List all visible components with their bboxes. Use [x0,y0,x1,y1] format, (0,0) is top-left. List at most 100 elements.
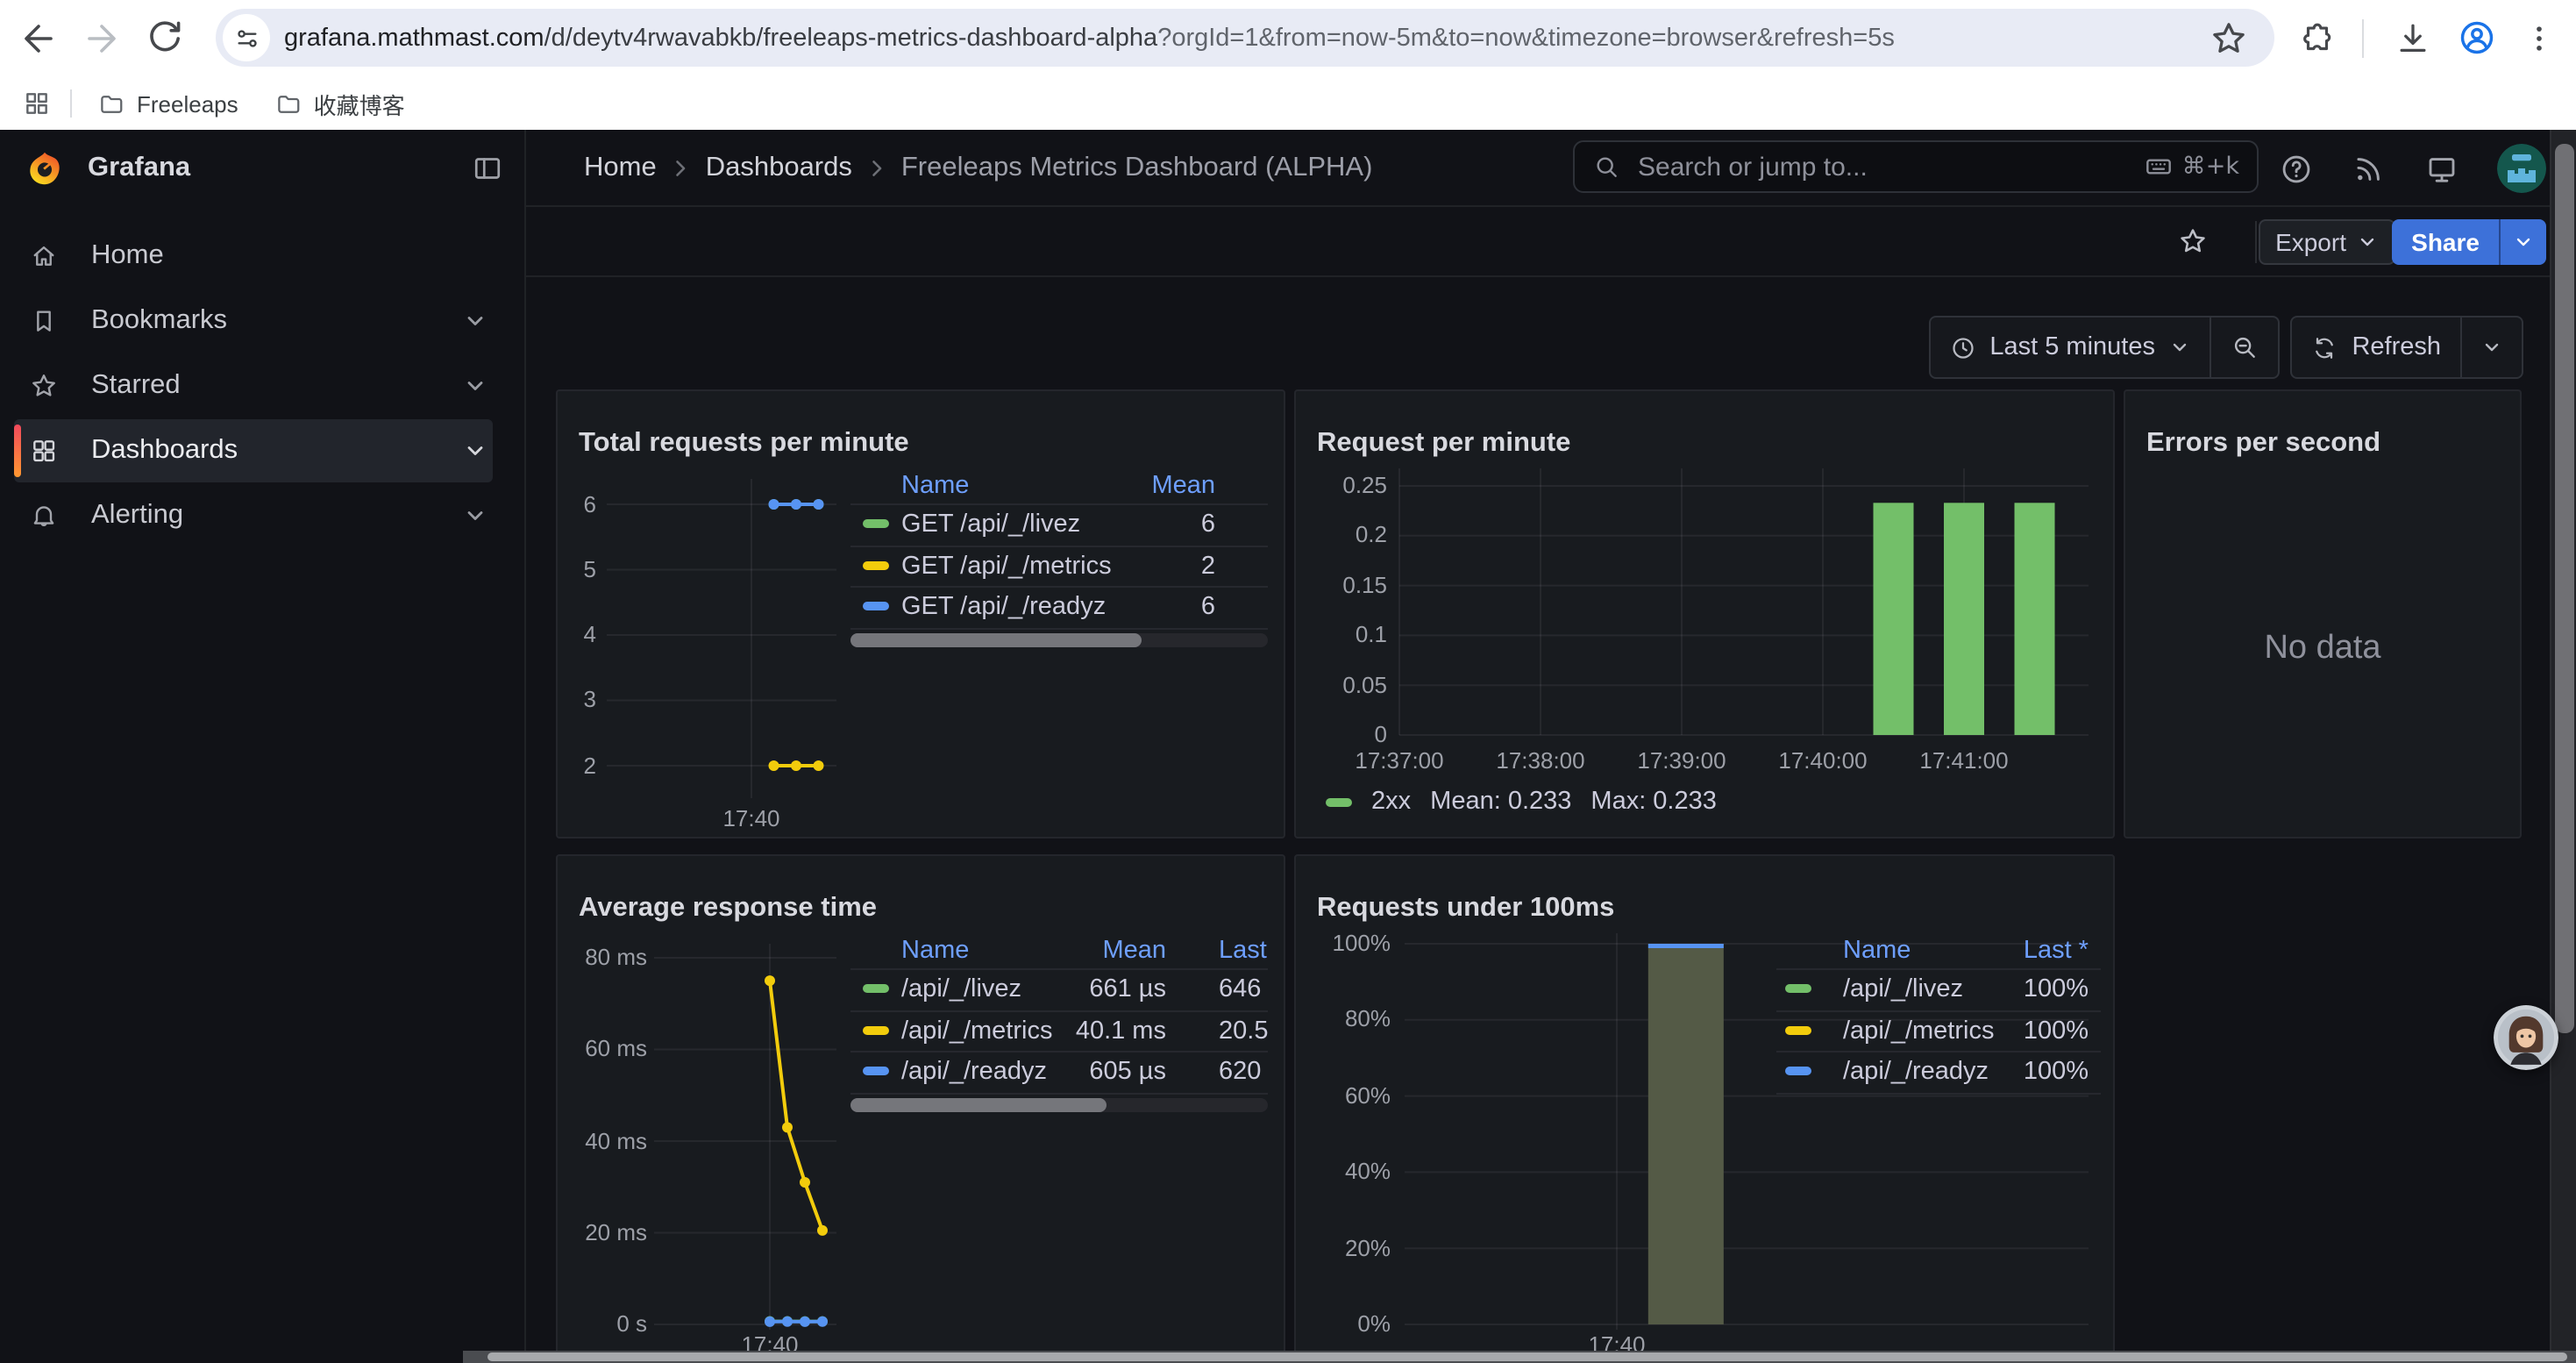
sidebar-item-home[interactable]: Home [14,225,493,288]
sidebar-item-label: Bookmarks [91,305,227,337]
bookmark-star-icon[interactable] [2210,19,2248,58]
profile-icon[interactable] [2457,18,2497,58]
chevron-right-icon [865,155,889,180]
table-separator [1776,1092,2101,1094]
grafana-logo-icon[interactable] [26,149,63,188]
column-header-name[interactable]: Name [901,937,969,965]
legend-table: NameMeanGET /api/_/livez6GET /api/_/metr… [850,472,1268,654]
legend-row[interactable]: /api/_/readyz605 µs620 [850,1051,1268,1091]
sidebar-item-bookmarks[interactable]: Bookmarks [14,289,493,353]
time-range-group: Last 5 minutes [1928,316,2280,379]
brand-title: Grafana [88,153,190,184]
legend-row[interactable]: /api/_/livez100% [1776,968,2101,1009]
legend-max: Max: 0.233 [1590,788,1717,816]
downloads-icon[interactable] [2394,19,2432,58]
news-rss-icon[interactable] [2352,153,2385,186]
sidebar-item-alerting[interactable]: Alerting [14,484,493,547]
refresh-button[interactable]: Refresh [2292,318,2460,377]
chevron-down-icon[interactable] [463,503,487,528]
breadcrumb-dashboards[interactable]: Dashboards [706,152,852,183]
chevron-down-icon[interactable] [463,309,487,333]
series-value: 661 µs [1089,975,1166,1003]
table-scrollbar[interactable] [850,1098,1268,1112]
dashboards-grid-icon [30,437,58,465]
forward-icon[interactable] [81,18,123,60]
user-avatar[interactable] [2497,144,2546,193]
refresh-interval-caret[interactable] [2460,318,2522,377]
legend-row[interactable]: /api/_/metrics40.1 ms20.5 r [850,1010,1268,1050]
vertical-scrollbar[interactable] [2550,130,2576,1363]
share-caret-button[interactable] [2499,219,2546,265]
bookmarks-separator [70,89,72,118]
menu-kebab-icon[interactable] [2522,21,2557,56]
panel-title[interactable]: Errors per second [2146,428,2380,460]
share-button[interactable]: Share [2392,219,2499,265]
panel-title[interactable]: Request per minute [1317,428,1570,460]
site-settings-icon[interactable] [223,14,270,61]
grafana-app: Grafana Home Bookmarks Starred [0,130,2576,1363]
legend-row[interactable]: /api/_/metrics100% [1776,1010,2101,1050]
table-scrollbar[interactable] [850,633,1268,647]
bookmark-folder-blogs[interactable]: 收藏博客 [275,87,405,120]
series-color-pill [1785,984,1811,993]
chart-legend[interactable]: 2xx Mean: 0.233 Max: 0.233 [1326,788,1717,816]
series-color-pill [863,1067,889,1075]
sidebar-item-starred[interactable]: Starred [14,354,493,417]
column-header[interactable]: Mean [1102,937,1166,965]
legend-row[interactable]: GET /api/_/readyz6 [850,586,1268,626]
series-name: GET /api/_/metrics [901,552,1112,580]
reload-icon[interactable] [144,18,186,60]
chevron-down-icon [2169,337,2190,358]
panel-title[interactable]: Total requests per minute [579,428,909,460]
legend-row[interactable]: GET /api/_/metrics2 [850,545,1268,585]
help-icon[interactable] [2280,153,2313,186]
table-scrollbar-thumb[interactable] [850,1098,1107,1112]
column-header-name[interactable]: Name [1843,937,1911,965]
extensions-icon[interactable] [2299,21,2336,58]
search-box[interactable]: ⌘+k [1573,140,2259,193]
dashboard-toolbar: Export Share [526,207,2550,277]
panel-title[interactable]: Average response time [579,893,877,924]
back-icon[interactable] [18,18,60,60]
legend-row[interactable]: GET /api/_/livez6 [850,503,1268,544]
legend-table: NameMeanLast */api/_/livez661 µs646/api/… [850,937,1268,1119]
favorite-star-icon[interactable] [2178,226,2208,256]
breadcrumb-current: Freeleaps Metrics Dashboard (ALPHA) [901,152,1373,183]
sidebar-toggle-icon[interactable] [472,153,503,184]
legend-row[interactable]: /api/_/readyz100% [1776,1051,2101,1091]
column-header[interactable]: Mean [1151,472,1215,500]
chevron-down-icon[interactable] [463,439,487,463]
bookmark-folder-freeleaps[interactable]: Freeleaps [98,90,238,117]
horizontal-scrollbar-thumb[interactable] [487,1352,2567,1361]
horizontal-scrollbar[interactable] [463,1351,2576,1363]
browser-toolbar: grafana.mathmast.com/d/deytv4rwavabkb/fr… [0,0,2576,77]
export-button[interactable]: Export [2258,219,2395,265]
breadcrumb: Home Dashboards Freeleaps Metrics Dashbo… [584,152,1372,183]
refresh-label: Refresh [2352,333,2441,361]
vertical-scrollbar-thumb[interactable] [2555,144,2574,1033]
sidebar-item-label: Alerting [91,500,183,532]
chevron-down-icon[interactable] [463,374,487,398]
address-bar[interactable]: grafana.mathmast.com/d/deytv4rwavabkb/fr… [216,9,2274,67]
floating-avatar[interactable] [2494,1005,2558,1070]
column-header[interactable]: Last * [1219,937,1268,965]
column-header[interactable]: Last * [2024,937,2089,965]
panel-title[interactable]: Requests under 100ms [1317,893,1614,924]
zoom-out-button[interactable] [2210,318,2278,377]
table-separator [850,627,1268,629]
column-header-name[interactable]: Name [901,472,969,500]
series-color-pill [863,560,889,569]
sidebar-item-dashboards[interactable]: Dashboards [14,419,493,482]
apps-grid-icon[interactable] [23,89,51,118]
main-area: Home Dashboards Freeleaps Metrics Dashbo… [526,130,2550,1363]
time-range-picker[interactable]: Last 5 minutes [1930,318,2210,377]
series-color-pill [1785,1067,1811,1075]
search-input[interactable] [1634,150,2145,183]
table-scrollbar-thumb[interactable] [850,633,1142,647]
time-range-label: Last 5 minutes [1989,333,2155,361]
breadcrumb-home[interactable]: Home [584,152,657,183]
monitor-icon[interactable] [2425,153,2459,186]
panel-requests-under-100ms: Requests under 100ms 100%80%60%40%20%0%1… [1294,854,2115,1363]
legend-row[interactable]: /api/_/livez661 µs646 [850,968,1268,1009]
series-name: /api/_/livez [901,975,1021,1003]
